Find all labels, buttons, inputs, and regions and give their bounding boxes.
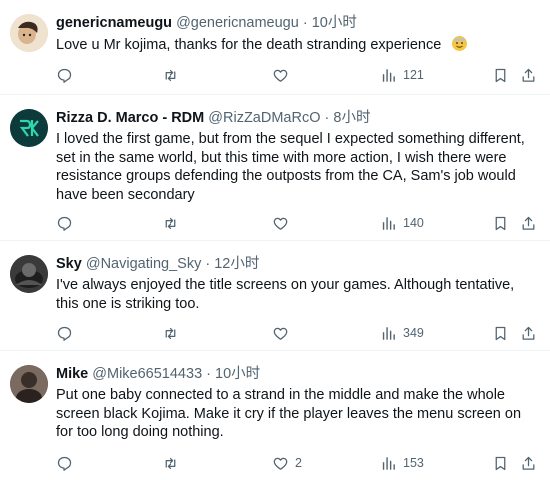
retweet-icon <box>165 69 176 81</box>
heart-icon <box>273 327 288 340</box>
user-handle[interactable]: @Navigating_Sky <box>86 256 201 272</box>
analytics-icon <box>382 326 395 340</box>
separator-dot: · <box>302 15 308 31</box>
heart-icon <box>273 457 288 470</box>
like-button[interactable]: 2 <box>272 452 302 474</box>
timestamp[interactable]: 8小时 <box>333 110 370 126</box>
reply-feed: genericnameugu @genericnameugu · 10小时 Lo… <box>0 0 550 480</box>
share-button[interactable] <box>520 212 537 234</box>
tweet-header: genericnameugu @genericnameugu · 10小时 <box>56 14 538 32</box>
analytics-icon <box>382 68 395 82</box>
action-bar: 349 <box>52 322 542 344</box>
separator-dot: · <box>324 110 330 126</box>
reply-tweet[interactable]: genericnameugu @genericnameugu · 10小时 Lo… <box>0 0 550 95</box>
reply-tweet[interactable]: Mike @Mike66514433 · 10小时 Put one baby c… <box>0 351 550 480</box>
retweet-button[interactable] <box>162 452 185 474</box>
reply-tweet[interactable]: Sky @Navigating_Sky · 12小时 I've always e… <box>0 241 550 351</box>
views-button[interactable]: 349 <box>380 322 424 344</box>
bookmark-icon <box>495 216 506 230</box>
share-button[interactable] <box>520 64 537 86</box>
like-button[interactable] <box>272 64 295 86</box>
display-name[interactable]: Sky <box>56 256 82 272</box>
bookmark-icon <box>495 456 506 470</box>
heart-icon <box>273 69 288 82</box>
timestamp[interactable]: 10小时 <box>312 15 357 31</box>
retweet-icon <box>165 457 176 469</box>
bookmark-icon <box>495 326 506 340</box>
tweet-header: Rizza D. Marco - RDM @RizZaDMaRcO · 8小时 <box>56 109 538 127</box>
reply-tweet[interactable]: Rizza D. Marco - RDM @RizZaDMaRcO · 8小时 … <box>0 95 550 241</box>
reply-button[interactable] <box>56 64 79 86</box>
bookmark-button[interactable] <box>492 212 509 234</box>
share-icon <box>522 456 535 470</box>
display-name[interactable]: genericnameugu <box>56 15 172 31</box>
action-bar: 2 153 <box>52 452 542 474</box>
retweet-button[interactable] <box>162 64 185 86</box>
retweet-button[interactable] <box>162 322 185 344</box>
reply-button[interactable] <box>56 452 79 474</box>
bookmark-button[interactable] <box>492 452 509 474</box>
retweet-button[interactable] <box>162 212 185 234</box>
analytics-icon <box>382 456 395 470</box>
user-handle[interactable]: @genericnameugu <box>176 15 299 31</box>
tweet-text: Put one baby connected to a strand in th… <box>56 387 522 440</box>
tweet-header: Sky @Navigating_Sky · 12小时 <box>56 255 538 273</box>
like-count: 2 <box>295 456 302 470</box>
reply-button[interactable] <box>56 212 79 234</box>
bookmark-button[interactable] <box>492 64 509 86</box>
bookmark-icon <box>495 68 506 82</box>
display-name[interactable]: Rizza D. Marco - RDM <box>56 110 204 126</box>
bookmark-button[interactable] <box>492 322 509 344</box>
user-handle[interactable]: @RizZaDMaRcO <box>208 110 320 126</box>
reply-button[interactable] <box>56 322 79 344</box>
timestamp[interactable]: 10小时 <box>215 366 260 382</box>
reply-icon <box>57 216 72 231</box>
face-icon <box>451 35 468 58</box>
separator-dot: · <box>206 366 212 382</box>
share-button[interactable] <box>520 452 537 474</box>
retweet-icon <box>165 327 176 339</box>
like-button[interactable] <box>272 322 295 344</box>
like-button[interactable] <box>272 212 295 234</box>
timestamp[interactable]: 12小时 <box>214 256 259 272</box>
avatar[interactable] <box>10 255 48 293</box>
share-icon <box>522 326 535 340</box>
user-handle[interactable]: @Mike66514433 <box>92 366 202 382</box>
share-icon <box>522 68 535 82</box>
display-name[interactable]: Mike <box>56 366 88 382</box>
tweet-text: I've always enjoyed the title screens on… <box>56 277 515 312</box>
share-button[interactable] <box>520 322 537 344</box>
action-bar: 140 <box>52 212 542 234</box>
views-button[interactable]: 153 <box>380 452 424 474</box>
tweet-text: I loved the first game, but from the seq… <box>56 131 525 203</box>
separator-dot: · <box>205 256 211 272</box>
share-icon <box>522 216 535 230</box>
reply-icon <box>57 456 72 471</box>
retweet-icon <box>165 217 176 229</box>
tweet-header: Mike @Mike66514433 · 10小时 <box>56 365 538 383</box>
action-bar: 121 <box>52 64 542 86</box>
heart-icon <box>273 217 288 230</box>
views-button[interactable]: 121 <box>380 64 424 86</box>
avatar[interactable] <box>10 14 48 52</box>
views-button[interactable]: 140 <box>380 212 424 234</box>
avatar[interactable] <box>10 365 48 403</box>
analytics-icon <box>382 216 395 230</box>
tweet-text: Love u Mr kojima, thanks for the death s… <box>56 35 538 58</box>
reply-icon <box>57 326 72 341</box>
reply-icon <box>57 68 72 83</box>
avatar[interactable] <box>10 109 48 147</box>
